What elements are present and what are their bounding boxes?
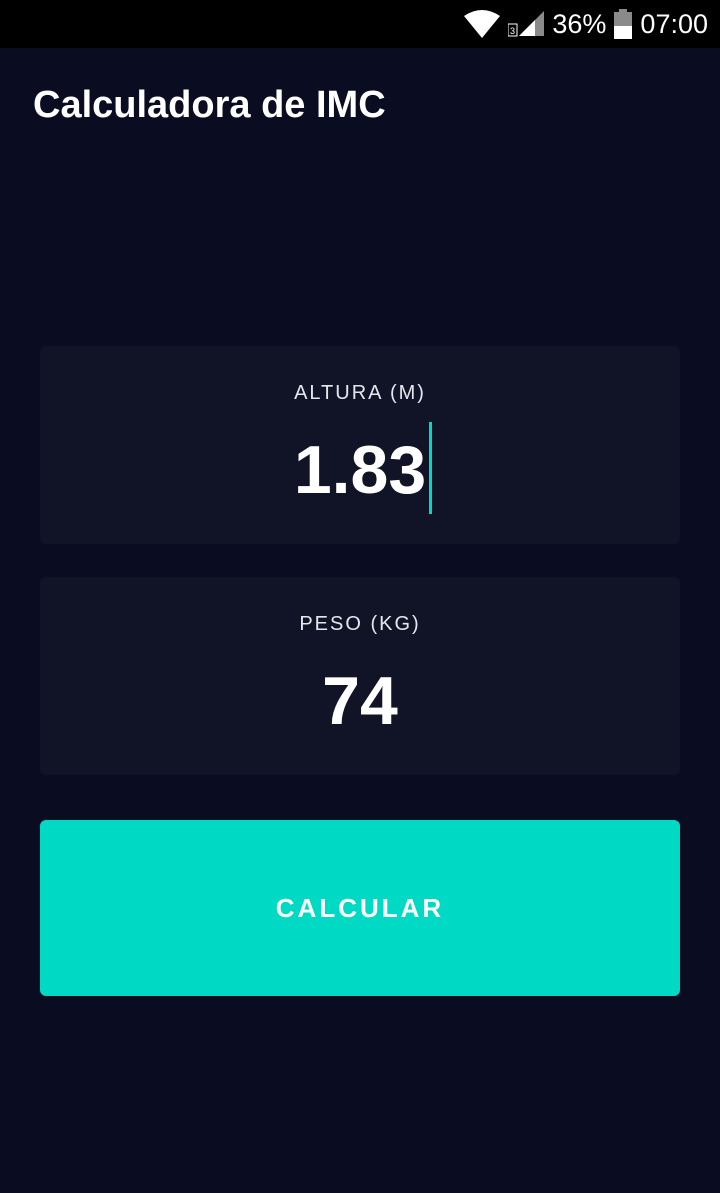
peso-field[interactable]: PESO (KG) 74: [40, 577, 680, 775]
altura-value[interactable]: 1.83: [294, 432, 426, 508]
status-bar: 3 36% 07:00: [0, 0, 720, 48]
battery-percent: 36%: [552, 8, 607, 39]
network-badge: 3: [510, 26, 515, 36]
cell-signal-icon: 3: [508, 10, 545, 38]
clock: 07:00: [640, 8, 708, 39]
status-icons: 3 36% 07:00: [464, 0, 708, 48]
page-title: Calculadora de IMC: [33, 84, 386, 126]
altura-field[interactable]: ALTURA (M) 1.83: [40, 346, 680, 544]
calculate-button[interactable]: CALCULAR: [40, 820, 680, 996]
altura-label: ALTURA (M): [294, 382, 426, 404]
peso-value[interactable]: 74: [322, 663, 398, 739]
app-bar: Calculadora de IMC: [0, 48, 720, 168]
battery-icon: [614, 9, 633, 39]
peso-input[interactable]: 74: [40, 663, 680, 739]
text-cursor: [429, 422, 433, 514]
peso-label: PESO (KG): [299, 613, 421, 635]
wifi-icon: [464, 10, 501, 38]
calculate-button-label: CALCULAR: [275, 892, 445, 923]
altura-input[interactable]: 1.83: [40, 422, 680, 514]
